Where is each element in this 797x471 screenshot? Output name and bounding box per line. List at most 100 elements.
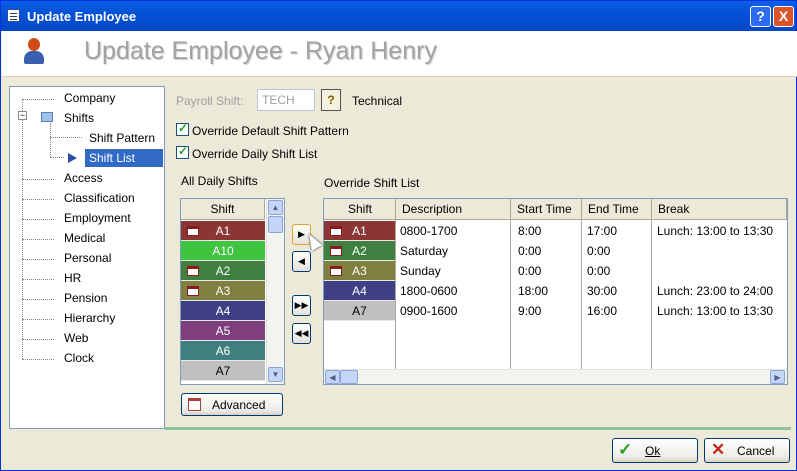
payroll-shift-description: Technical: [352, 94, 403, 108]
navigation-tree: − Company Shifts Shift Pattern Shift Lis…: [9, 86, 165, 429]
tree-item-web[interactable]: Web: [64, 329, 88, 347]
override-pattern-checkbox[interactable]: [176, 121, 189, 136]
close-button[interactable]: X: [773, 6, 794, 27]
calendar-icon: [330, 266, 342, 276]
description-cell: 0800-1700: [400, 224, 458, 238]
shift-list-item[interactable]: A10: [181, 241, 265, 261]
header-panel: Update Employee - Ryan Henry: [2, 31, 797, 77]
end-time-cell: 16:00: [587, 304, 618, 318]
advanced-button[interactable]: Advanced: [181, 393, 283, 416]
tree-item-company[interactable]: Company: [64, 89, 115, 107]
system-menu-icon[interactable]: [7, 9, 20, 22]
description-cell: 0900-1600: [400, 304, 458, 318]
table-row[interactable]: A7 0900-1600 9:00 16:00 Lunch: 13:00 to 13:3…: [324, 301, 787, 321]
calendar-icon: [330, 226, 342, 236]
title-bar[interactable]: Update Employee ? X: [1, 1, 796, 31]
start-time-cell: 0:00: [518, 244, 542, 258]
shift-cell[interactable]: A7: [324, 301, 395, 321]
shift-cell[interactable]: A2: [324, 241, 395, 261]
shift-cell[interactable]: A4: [324, 281, 395, 301]
payroll-shift-label: Payroll Shift:: [176, 94, 244, 108]
hscroll-thumb[interactable]: [340, 370, 358, 384]
tree-item-access[interactable]: Access: [64, 169, 103, 187]
shift-name: A10: [212, 244, 234, 258]
cancel-button[interactable]: ✕ Cancel: [704, 438, 790, 463]
scroll-right-icon[interactable]: ▶: [770, 370, 785, 384]
scroll-up-icon[interactable]: ▲: [268, 200, 283, 215]
start-time-cell: 18:00: [518, 284, 549, 298]
shift-list-item[interactable]: A7: [181, 361, 265, 381]
scroll-thumb[interactable]: [268, 216, 283, 233]
tree-item-shifts[interactable]: Shifts: [64, 109, 94, 127]
x-icon: ✕: [711, 440, 726, 459]
break-cell: [652, 241, 787, 261]
description-cell: Saturday: [400, 244, 449, 258]
start-time-cell: 8:00: [518, 224, 542, 238]
shift-list-item[interactable]: A3: [181, 281, 265, 301]
override-shift-list-grid: Shift Description Start Time End Time Br…: [323, 198, 788, 385]
end-time-cell: 30:00: [587, 284, 618, 298]
column-header-shift[interactable]: Shift: [181, 199, 265, 220]
remove-shift-button[interactable]: ◀: [292, 251, 311, 272]
tree-item-pension[interactable]: Pension: [64, 289, 107, 307]
add-all-shifts-button[interactable]: ▶▶: [292, 295, 311, 316]
calendar-icon: [330, 246, 342, 256]
tree-item-shift-list[interactable]: Shift List: [85, 149, 163, 167]
shift-list-item[interactable]: A5: [181, 321, 265, 341]
shift-name: A5: [215, 324, 231, 338]
scroll-down-icon[interactable]: ▼: [268, 367, 283, 382]
column-header-start-time[interactable]: Start Time: [511, 199, 582, 220]
shift-list-item[interactable]: A6: [181, 341, 265, 361]
start-time-cell: 0:00: [518, 264, 542, 278]
remove-all-shifts-button[interactable]: ◀◀: [292, 323, 311, 344]
tree-item-clock[interactable]: Clock: [64, 349, 94, 367]
tree-item-medical[interactable]: Medical: [64, 229, 105, 247]
help-button[interactable]: ?: [750, 6, 771, 27]
shift-list-item[interactable]: A1: [181, 221, 265, 241]
shift-cell[interactable]: A3: [324, 261, 395, 281]
shift-cell[interactable]: A1: [324, 221, 395, 241]
tree-item-hr[interactable]: HR: [64, 269, 81, 287]
table-row[interactable]: A4 1800-0600 18:00 30:00 Lunch: 23:00 to 24:…: [324, 281, 787, 301]
description-cell: 1800-0600: [400, 284, 458, 298]
page-title: Update Employee - Ryan Henry: [84, 37, 437, 65]
all-daily-shifts-grid: Shift A1 A10 A2 A3 A4 A5 A6 A7 ▲ ▼: [180, 198, 285, 385]
override-list-hscrollbar[interactable]: ◀ ▶: [324, 369, 787, 384]
description-cell: Sunday: [400, 264, 441, 278]
start-time-cell: 9:00: [518, 304, 542, 318]
column-header-shift[interactable]: Shift: [324, 199, 396, 220]
shift-list-item[interactable]: A2: [181, 261, 265, 281]
shift-list-item[interactable]: A4: [181, 301, 265, 321]
table-row[interactable]: A1 0800-1700 8:00 17:00 Lunch: 13:00 to 13:3…: [324, 221, 787, 241]
tree-item-personal[interactable]: Personal: [64, 249, 111, 267]
calendar-icon: [187, 266, 199, 276]
collapse-shifts-icon[interactable]: −: [18, 111, 27, 120]
column-header-end-time[interactable]: End Time: [582, 199, 652, 220]
table-row[interactable]: A2 Saturday 0:00 0:00: [324, 241, 787, 261]
shift-name: A3: [215, 284, 231, 298]
column-header-description[interactable]: Description: [396, 199, 511, 220]
end-time-cell: 0:00: [587, 264, 611, 278]
tree-item-shift-pattern[interactable]: Shift Pattern: [89, 129, 155, 147]
ok-button[interactable]: ✓ Ok: [612, 438, 698, 463]
override-list-label: Override Daily Shift List: [192, 147, 318, 161]
scroll-left-icon[interactable]: ◀: [325, 370, 340, 384]
shift-name: A4: [215, 304, 231, 318]
payroll-shift-lookup-button[interactable]: ?: [321, 89, 341, 111]
table-row[interactable]: A3 Sunday 0:00 0:00: [324, 261, 787, 281]
column-header-break[interactable]: Break: [652, 199, 787, 220]
end-time-cell: 0:00: [587, 244, 611, 258]
override-pattern-label: Override Default Shift Pattern: [192, 124, 349, 138]
footer-divider: [165, 427, 791, 430]
window-title: Update Employee: [27, 9, 137, 24]
all-daily-shifts-caption: All Daily Shifts: [181, 174, 258, 188]
tree-item-classification[interactable]: Classification: [64, 189, 135, 207]
calendar-icon: [188, 398, 201, 411]
all-shifts-scrollbar[interactable]: ▲ ▼: [266, 199, 284, 384]
end-time-cell: 17:00: [587, 224, 618, 238]
tree-item-hierarchy[interactable]: Hierarchy: [64, 309, 115, 327]
tree-item-employment[interactable]: Employment: [64, 209, 131, 227]
break-cell: [652, 261, 787, 281]
override-list-checkbox[interactable]: [176, 144, 189, 159]
payroll-shift-input[interactable]: [257, 89, 315, 111]
